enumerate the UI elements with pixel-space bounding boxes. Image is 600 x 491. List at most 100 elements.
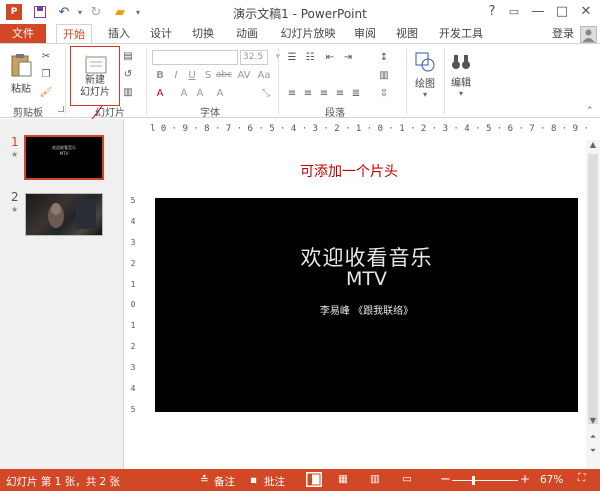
editing-label: 编辑 bbox=[451, 77, 471, 89]
drawing-label: 绘图 bbox=[415, 78, 435, 90]
tab-file[interactable]: 文件 bbox=[0, 24, 46, 44]
comments-icon[interactable]: ▪ bbox=[250, 474, 257, 486]
slide-sorter-icon[interactable]: ▦ bbox=[338, 473, 348, 485]
notes-button[interactable]: 备注 bbox=[214, 474, 235, 489]
editing-button[interactable]: 编辑 ▾ bbox=[446, 49, 476, 101]
italic-icon[interactable]: I bbox=[168, 68, 184, 82]
tab-transitions[interactable]: 切换 bbox=[186, 24, 220, 44]
help-button[interactable]: ? bbox=[482, 3, 502, 21]
char-spacing-icon[interactable]: AV bbox=[236, 68, 252, 82]
next-slide-icon[interactable]: ⏷ bbox=[586, 446, 600, 458]
numbering-icon[interactable]: ☷ bbox=[302, 50, 318, 64]
vruler-tick: 2 bbox=[130, 258, 136, 268]
horizontal-ruler: l 0 · 9 · 8 · 7 · 6 · 5 · 4 · 3 · 2 · 1 … bbox=[150, 124, 590, 134]
chevron-down-icon: ▾ bbox=[458, 88, 463, 98]
group-divider bbox=[278, 48, 279, 114]
tab-review[interactable]: 审阅 bbox=[348, 24, 382, 44]
shapes-icon bbox=[415, 52, 435, 71]
shrink-font-icon[interactable]: A bbox=[192, 86, 208, 100]
scrollbar-thumb[interactable] bbox=[588, 154, 598, 424]
chevron-down-icon: ▾ bbox=[422, 89, 427, 99]
font-group-label: 字体 bbox=[200, 108, 220, 119]
vertical-scrollbar[interactable]: ▲ ▼ ⏶ ⏷ bbox=[586, 140, 600, 469]
change-case-icon[interactable]: Aa bbox=[256, 68, 272, 82]
vruler-tick: 3 bbox=[130, 237, 136, 247]
align-center-icon[interactable]: ≡ bbox=[300, 86, 316, 100]
grow-font-icon[interactable]: A bbox=[176, 86, 192, 100]
vruler-tick: 0 bbox=[130, 300, 136, 310]
columns-icon[interactable]: ▥ bbox=[376, 68, 392, 82]
tab-view[interactable]: 视图 bbox=[390, 24, 424, 44]
font-color-icon[interactable]: A bbox=[152, 86, 168, 100]
slide-canvas[interactable]: 欢迎收看音乐 MTV 李易峰 《跟我联络》 bbox=[155, 198, 578, 412]
notes-icon[interactable]: ≛ bbox=[200, 474, 209, 486]
align-text-icon[interactable]: ⇳ bbox=[376, 86, 392, 100]
avatar[interactable] bbox=[580, 26, 597, 43]
maximize-button[interactable]: □ bbox=[552, 3, 572, 21]
format-painter-icon[interactable]: 🖌 bbox=[38, 85, 54, 99]
annotation-text: 可添加一个片头 bbox=[300, 164, 398, 180]
normal-view-icon[interactable] bbox=[306, 472, 322, 487]
vruler-tick: 5 bbox=[130, 196, 136, 205]
reading-view-icon[interactable]: ▥ bbox=[370, 473, 380, 485]
increase-indent-icon[interactable]: ⇥ bbox=[340, 50, 356, 64]
new-slide-button[interactable]: 新建 幻灯片 bbox=[70, 46, 120, 106]
thumbnail-number: 2 bbox=[11, 190, 19, 204]
vruler-tick: 1 bbox=[130, 321, 136, 331]
align-right-icon[interactable]: ≡ bbox=[316, 86, 332, 100]
strikethrough-icon[interactable]: abc bbox=[216, 68, 232, 82]
reset-icon[interactable]: ↺ bbox=[120, 67, 136, 81]
paste-icon bbox=[11, 53, 32, 76]
slide-subtitle[interactable]: 李易峰 《跟我联络》 bbox=[155, 302, 578, 317]
tab-animations[interactable]: 动画 bbox=[229, 24, 265, 44]
scroll-up-icon[interactable]: ▲ bbox=[586, 140, 600, 152]
layout-icon[interactable]: ▤ bbox=[120, 49, 136, 63]
zoom-in-icon[interactable]: + bbox=[520, 472, 530, 486]
tab-home[interactable]: 开始 bbox=[56, 24, 92, 44]
dialog-launcher-icon[interactable] bbox=[58, 106, 64, 112]
minimize-button[interactable]: — bbox=[528, 3, 548, 21]
line-spacing-icon[interactable]: ↕ bbox=[376, 50, 392, 64]
decrease-indent-icon[interactable]: ⇤ bbox=[322, 50, 338, 64]
font-size-combo[interactable]: 32.5 bbox=[240, 50, 268, 65]
collapse-ribbon-icon[interactable]: ⌃ bbox=[586, 106, 594, 116]
scroll-down-icon[interactable]: ▼ bbox=[586, 416, 600, 428]
copy-icon[interactable]: ❐ bbox=[38, 67, 54, 81]
zoom-slider-thumb[interactable] bbox=[471, 476, 475, 485]
ribbon-display-button[interactable]: ▭ bbox=[504, 3, 524, 21]
bullets-icon[interactable]: ☰ bbox=[284, 50, 300, 64]
distribute-icon[interactable]: ≣ bbox=[348, 86, 364, 100]
tab-slideshow[interactable]: 幻灯片放映 bbox=[276, 24, 340, 44]
text-direction-icon[interactable]: ⤡ bbox=[258, 86, 274, 100]
tab-design[interactable]: 设计 bbox=[144, 24, 178, 44]
slide-thumbnail-1[interactable]: 欢迎收看音乐 MTV bbox=[24, 135, 104, 180]
zoom-out-icon[interactable]: − bbox=[440, 472, 451, 487]
section-icon[interactable]: ▥ bbox=[120, 85, 136, 99]
zoom-slider[interactable] bbox=[452, 480, 518, 481]
align-left-icon[interactable]: ≡ bbox=[284, 86, 300, 100]
new-slide-label-2: 幻灯片 bbox=[80, 87, 110, 98]
slide-thumbnail-2[interactable] bbox=[25, 193, 103, 236]
close-button[interactable]: ✕ bbox=[576, 3, 596, 21]
paste-button[interactable]: 粘贴 bbox=[6, 50, 36, 96]
justify-icon[interactable]: ≡ bbox=[332, 86, 348, 100]
bold-icon[interactable]: B bbox=[152, 68, 168, 82]
cut-icon[interactable]: ✂ bbox=[38, 49, 54, 63]
underline-icon[interactable]: U bbox=[184, 68, 200, 82]
slide-count-text: 幻灯片 第 1 张，共 2 张 bbox=[6, 476, 121, 488]
shadow-icon[interactable]: S bbox=[200, 68, 216, 82]
slide-title-line2[interactable]: MTV bbox=[155, 268, 578, 290]
font-name-combo[interactable] bbox=[152, 50, 238, 65]
zoom-level[interactable]: 67% bbox=[540, 474, 563, 486]
drawing-button[interactable]: 绘图 ▾ bbox=[410, 49, 440, 101]
clear-formatting-icon[interactable]: A bbox=[212, 86, 228, 100]
fit-to-window-icon[interactable]: ⛶ bbox=[578, 472, 585, 485]
signin-link[interactable]: 登录 bbox=[548, 24, 578, 44]
new-slide-icon bbox=[85, 55, 107, 74]
tab-insert[interactable]: 插入 bbox=[102, 24, 136, 44]
tab-developer[interactable]: 开发工具 bbox=[432, 24, 490, 44]
slideshow-icon[interactable]: ▭ bbox=[402, 473, 412, 485]
new-slide-label-1: 新建 bbox=[85, 75, 105, 86]
previous-slide-icon[interactable]: ⏶ bbox=[586, 432, 600, 444]
comments-button[interactable]: 批注 bbox=[264, 474, 285, 489]
